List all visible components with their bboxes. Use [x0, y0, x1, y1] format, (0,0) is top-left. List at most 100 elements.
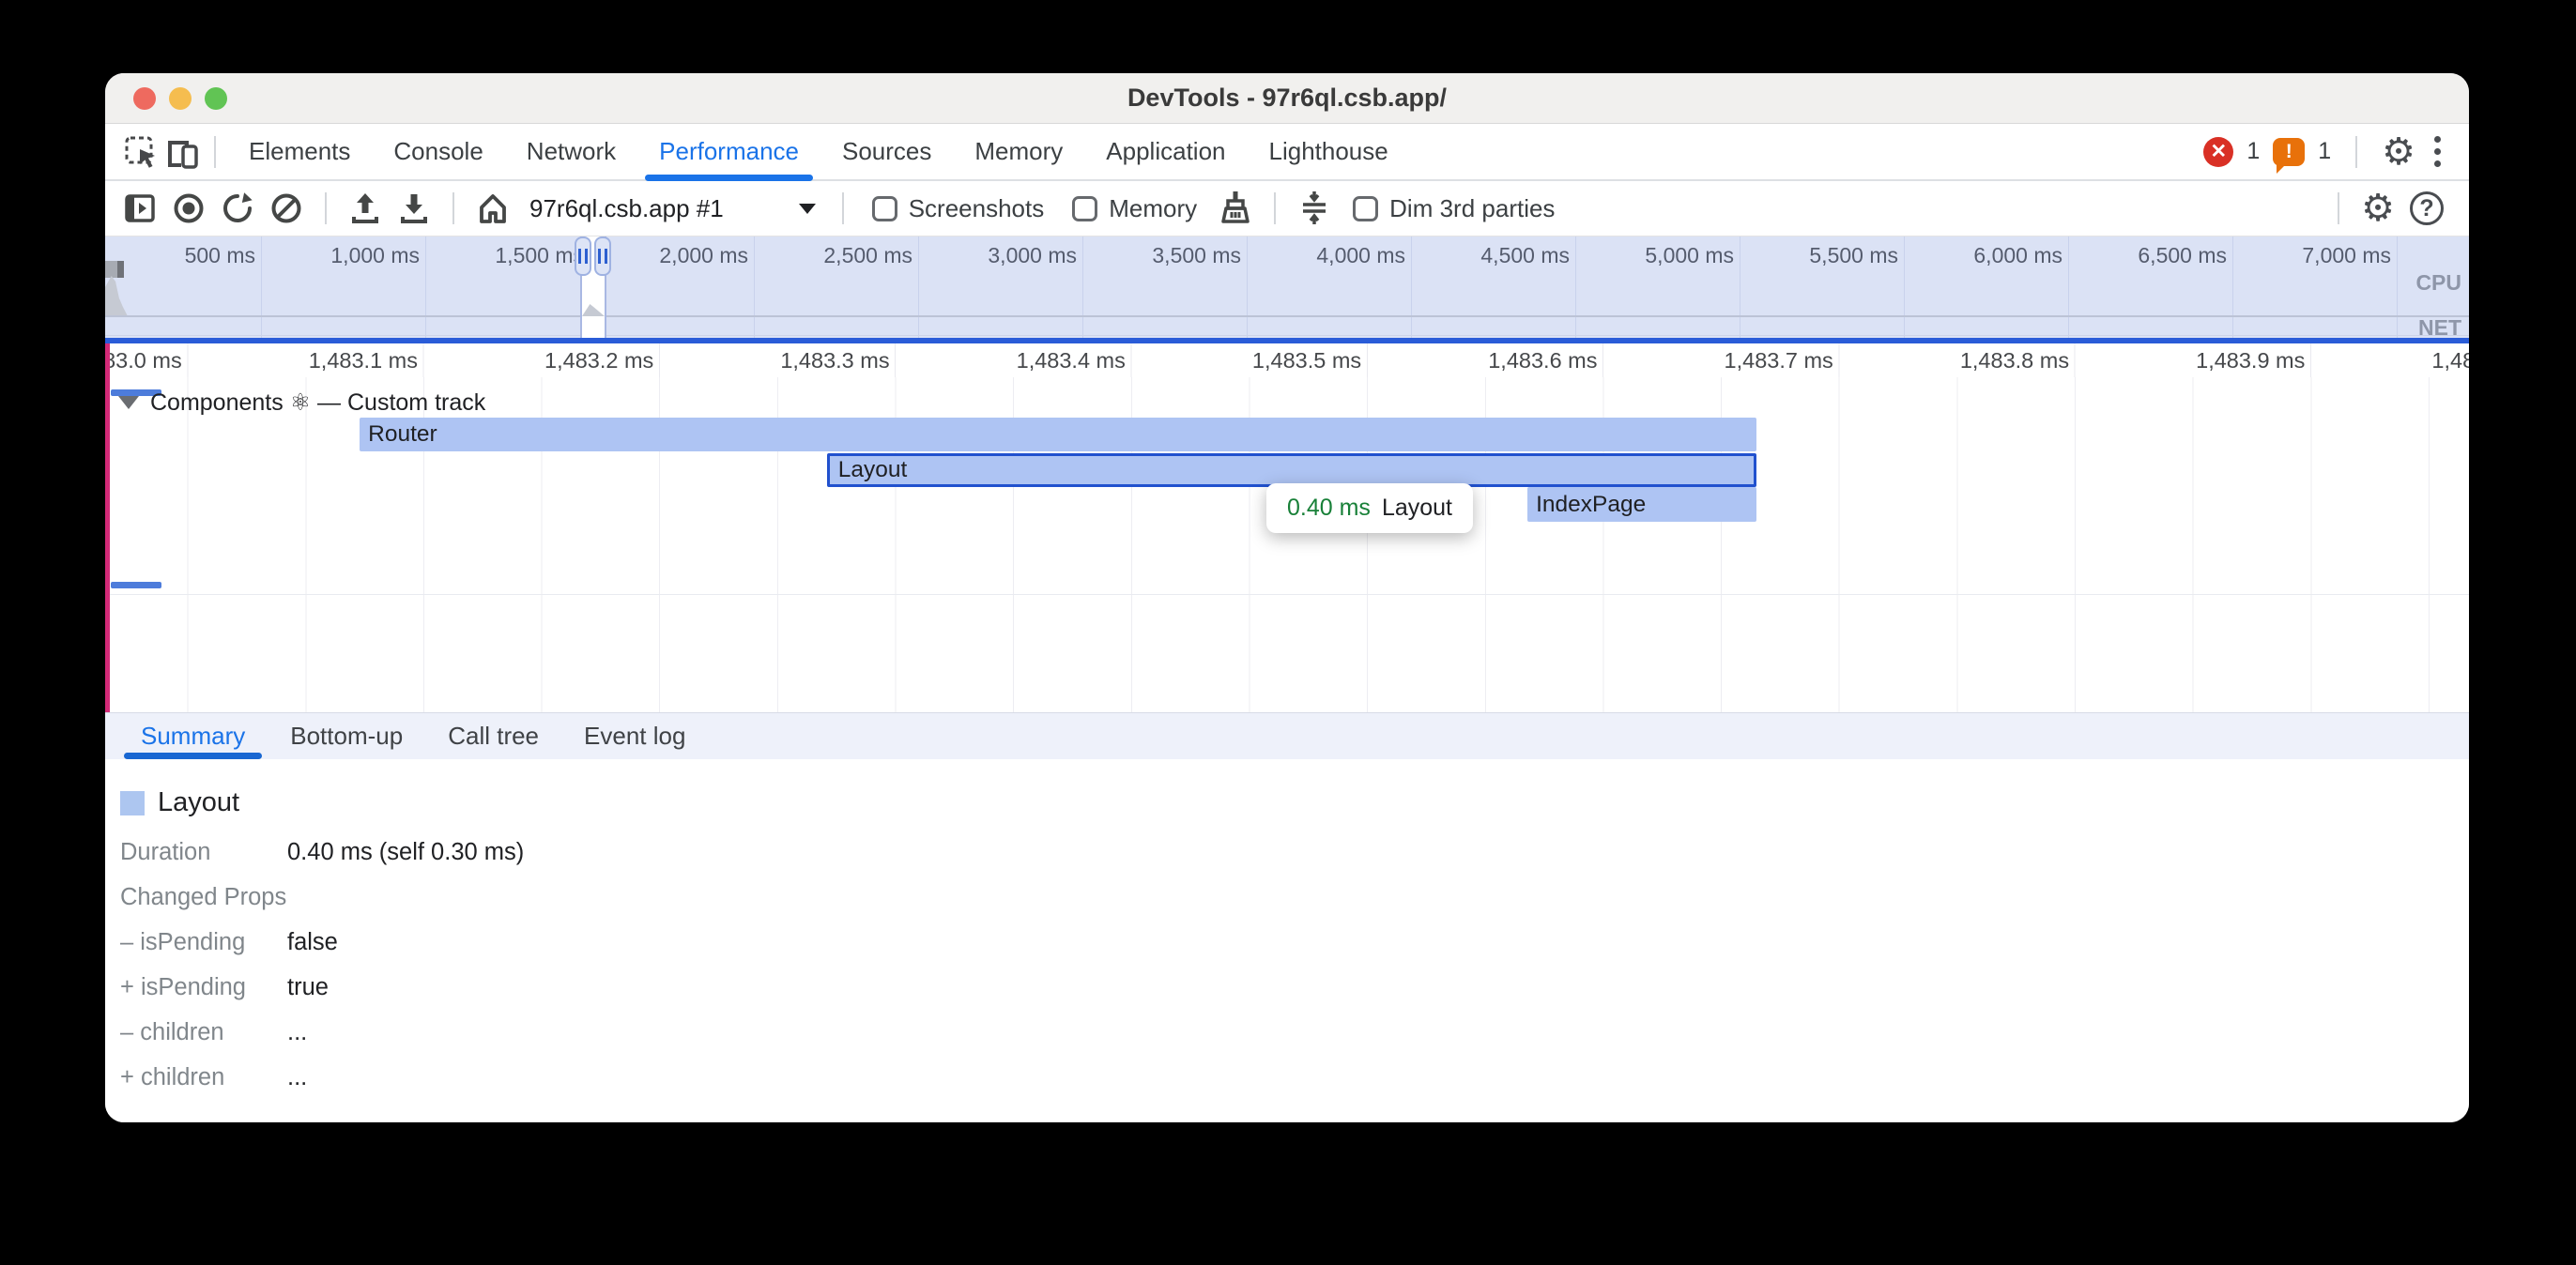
summary-event-title: Layout: [158, 787, 239, 818]
ruler-tick-label: 1,483.2 ms: [419, 348, 653, 373]
tab-elements[interactable]: Elements: [227, 124, 372, 179]
ruler-tick-label: 1,483.5 ms: [1127, 348, 1361, 373]
flame-bar-label: Layout: [838, 457, 908, 483]
record-and-reload-icon[interactable]: [216, 187, 259, 230]
tab-memory[interactable]: Memory: [953, 124, 1084, 179]
flame-tooltip: 0.40 ms Layout: [1266, 483, 1473, 533]
summary-row-value: 0.40 ms (self 0.30 ms): [287, 839, 524, 866]
track-edge-marker: [105, 377, 110, 712]
flame-bar-router[interactable]: Router: [360, 418, 1756, 451]
selection-left-handle[interactable]: [575, 236, 591, 276]
tab-label: Network: [527, 137, 616, 166]
tab-label: Bottom-up: [290, 722, 403, 751]
ruler-tick-label: 1,483.8 ms: [1834, 348, 2069, 373]
summary-row-value: ...: [287, 1019, 307, 1046]
timeline-overview[interactable]: 500 ms1,000 ms1,500 ms2,000 ms2,500 ms3,…: [105, 236, 2469, 338]
error-count[interactable]: 1: [2246, 138, 2260, 165]
event-color-swatch: [120, 791, 145, 815]
detail-time-ruler[interactable]: 1,483.0 ms1,483.1 ms1,483.2 ms1,483.3 ms…: [105, 343, 2469, 377]
screenshots-checkbox[interactable]: Screenshots: [872, 194, 1045, 223]
summary-row: – isPendingfalse: [120, 929, 2469, 956]
tab-call-tree[interactable]: Call tree: [425, 713, 561, 759]
chevron-expanded-icon[interactable]: [118, 396, 139, 409]
error-badge-icon[interactable]: ✕: [2203, 137, 2233, 167]
selection-right-handle[interactable]: [594, 236, 611, 276]
zoom-window-button[interactable]: [205, 87, 227, 110]
collect-garbage-icon[interactable]: [1214, 187, 1257, 230]
tab-label: Application: [1106, 137, 1225, 166]
summary-row: + children...: [120, 1064, 2469, 1091]
flame-bar-label: Router: [368, 421, 437, 448]
tab-network[interactable]: Network: [505, 124, 637, 179]
overview-net-line: [105, 335, 2469, 336]
devtools-tab-bar: Elements Console Network PerformanceSources…: [105, 124, 2469, 181]
tab-application[interactable]: Application: [1084, 124, 1247, 179]
divider: [2355, 136, 2357, 168]
devtools-window: DevTools - 97r6ql.csb.app/ Elements Conso…: [105, 73, 2469, 1122]
custom-track-header[interactable]: Components ⚛ — Custom track: [118, 389, 485, 417]
tab-lighthouse[interactable]: Lighthouse: [1248, 124, 1410, 179]
ruler-tick-label: 1,483.1 ms: [183, 348, 418, 373]
capture-settings-gear-icon[interactable]: ⚙: [2356, 187, 2400, 230]
tab-summary[interactable]: Summary: [118, 713, 268, 759]
minimize-window-button[interactable]: [169, 87, 192, 110]
divider: [214, 136, 216, 168]
toggle-sidebar-icon[interactable]: [118, 187, 161, 230]
tab-label: Event log: [584, 722, 685, 751]
device-toolbar-icon[interactable]: [161, 131, 203, 173]
cpu-activity-shape: [105, 276, 128, 316]
divider: [2338, 192, 2339, 224]
active-tab-underline: [645, 175, 813, 181]
track-edge-marker: [105, 343, 110, 377]
tab-bottom-up[interactable]: Bottom-up: [268, 713, 425, 759]
help-icon[interactable]: ?: [2405, 187, 2448, 230]
tab-label: Memory: [974, 137, 1063, 166]
overview-tick-label: 1,000 ms: [269, 243, 420, 268]
overview-tick-label: 6,000 ms: [1912, 243, 2062, 268]
dim-3rd-parties-checkbox[interactable]: Dim 3rd parties: [1353, 194, 1555, 223]
net-lane-label: NET: [2418, 315, 2461, 338]
ruler-tick-label: 1,483.4 ms: [891, 348, 1126, 373]
flame-chart[interactable]: Components ⚛ — Custom track Router Layout…: [105, 377, 2469, 712]
issues-badge-icon[interactable]: !: [2273, 138, 2305, 166]
title-bar: DevTools - 97r6ql.csb.app/: [105, 73, 2469, 124]
active-tab-underline: [124, 753, 262, 759]
tab-console[interactable]: Console: [372, 124, 504, 179]
tab-label: Call tree: [448, 722, 539, 751]
inspect-element-icon[interactable]: [120, 131, 161, 173]
tooltip-label: Layout: [1382, 495, 1452, 522]
filmstrip-thumbnail: [105, 261, 124, 278]
close-window-button[interactable]: [133, 87, 156, 110]
overview-tick-label: 5,500 ms: [1748, 243, 1898, 268]
panel-tabs: Elements Console Network PerformanceSources…: [227, 124, 1410, 179]
issues-count[interactable]: 1: [2318, 138, 2331, 165]
tab-performance[interactable]: Performance: [637, 124, 820, 179]
collapse-tracks-icon[interactable]: [1293, 187, 1336, 230]
tab-event-log[interactable]: Event log: [561, 713, 708, 759]
tab-label: Summary: [141, 722, 245, 751]
overview-tick-label: 7,000 ms: [2241, 243, 2391, 268]
settings-gear-icon[interactable]: ⚙: [2382, 133, 2415, 171]
overview-tick-label: 5,000 ms: [1584, 243, 1734, 268]
memory-checkbox[interactable]: Memory: [1072, 194, 1197, 223]
overview-tick-label: 3,000 ms: [927, 243, 1077, 268]
overview-tick-label: 6,500 ms: [2077, 243, 2227, 268]
window-title: DevTools - 97r6ql.csb.app/: [1127, 84, 1447, 113]
upload-profile-icon[interactable]: [344, 187, 387, 230]
tab-label: Elements: [249, 137, 350, 166]
target-selector[interactable]: 97r6ql.csb.app #1: [529, 194, 816, 223]
checkbox-icon: [1353, 196, 1378, 221]
overview-tick-label: 500 ms: [105, 243, 255, 268]
summary-row-value: true: [287, 974, 329, 1001]
divider: [1274, 192, 1276, 224]
flame-bar-indexpage[interactable]: IndexPage: [1527, 487, 1756, 522]
more-options-icon[interactable]: [2429, 130, 2446, 173]
tab-sources[interactable]: Sources: [820, 124, 953, 179]
record-icon[interactable]: [167, 187, 210, 230]
download-profile-icon[interactable]: [392, 187, 436, 230]
home-icon[interactable]: [471, 187, 514, 230]
flame-bar-layout[interactable]: Layout: [827, 453, 1756, 487]
overview-tick-label: 4,000 ms: [1255, 243, 1405, 268]
flame-bar-label: IndexPage: [1536, 492, 1646, 518]
clear-icon[interactable]: [265, 187, 308, 230]
